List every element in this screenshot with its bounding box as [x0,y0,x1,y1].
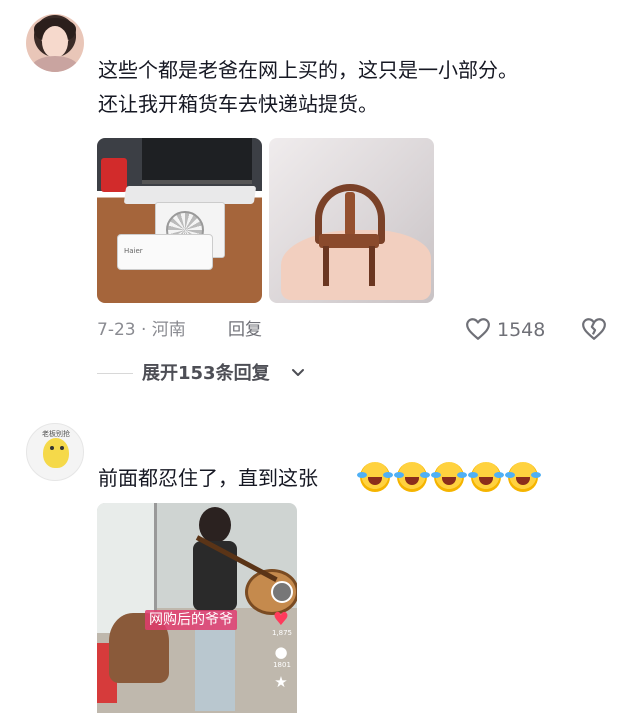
video-side-actions: ♥ 1,875 ● 1801 ★ [271,581,293,691]
comment-image-miniature-chair[interactable] [269,138,434,303]
broken-heart-icon[interactable] [581,316,607,342]
comment-image-air-conditioner[interactable]: Haier [97,138,262,303]
laughing-crying-emoji [431,462,468,492]
video-comment-count: 1801 [273,661,291,669]
avatar-face [42,26,68,58]
user-avatar[interactable] [26,14,84,72]
comment-text-line: 前面都忍住了，直到这张 [98,466,318,490]
laughing-crying-emoji [468,462,505,492]
chair-leg [369,246,375,286]
ac-indoor-unit: Haier [117,234,213,270]
reply-button[interactable]: 回复 [228,316,262,344]
video-like-count: 1,875 [271,629,293,637]
mug-shape [101,158,127,192]
comment-text-line: 还让我开箱货车去快递站提货。 [98,92,378,116]
heart-outline-icon[interactable] [465,316,491,342]
laughing-crying-emoji [505,462,542,492]
chevron-down-icon[interactable] [291,366,305,380]
avatar-body [32,56,78,72]
heart-icon: ♥ [272,609,290,630]
avatar-eye [60,446,64,450]
like-count: 1548 [497,319,546,341]
chair-leg [323,246,329,286]
creator-avatar [271,581,293,603]
comment-text-line: 这些个都是老爸在网上买的，这只是一小部分。 [98,58,518,82]
laughing-crying-emoji [357,462,393,492]
chair-splat [345,192,355,236]
user-avatar[interactable]: 老板别抢 [26,423,84,481]
expand-replies-button[interactable]: 展开153条回复 [142,360,270,388]
monitor-shape [142,138,252,184]
avatar-eye [50,446,54,450]
video-caption: 网购后的爷爷 [145,610,237,630]
comment-icon: ● [274,643,288,661]
avatar-cartoon [43,438,69,468]
laughing-crying-emoji [394,462,431,492]
comment-image-grandpa-guitar[interactable]: 网购后的爷爷 ♥ 1,875 ● 1801 ★ [97,503,297,713]
star-icon: ★ [274,673,288,691]
brand-mark: Haier [124,247,143,255]
emoji-group [357,462,542,494]
expand-divider [97,373,133,374]
comment-date-location: 7-23 · 河南 [97,320,186,340]
